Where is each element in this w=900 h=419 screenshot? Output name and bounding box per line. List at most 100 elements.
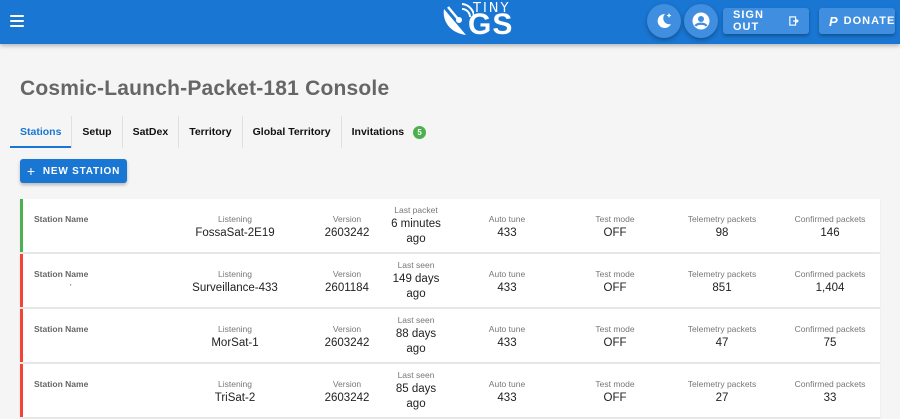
logout-icon <box>789 16 799 26</box>
account-button[interactable] <box>684 4 718 38</box>
station-name-label: Station Name <box>34 214 89 224</box>
test-mode-label: Test mode <box>595 269 635 279</box>
listening-label: Listening <box>217 379 253 389</box>
last-ago-value: ago <box>406 233 426 245</box>
telemetry-label: Telemetry packets <box>687 214 757 224</box>
donate-button[interactable]: P DONATE <box>819 8 895 34</box>
new-station-button[interactable]: + NEW STATION <box>20 159 127 183</box>
listening-label: Listening <box>217 324 253 334</box>
auto-tune-value: 433 <box>497 392 517 404</box>
version-label: Version <box>332 269 362 279</box>
last-seen-label: Last seen <box>397 260 435 270</box>
confirmed-label: Confirmed packets <box>794 324 866 334</box>
test-mode-value: OFF <box>603 282 627 294</box>
auto-tune-value: 433 <box>497 337 517 349</box>
last-seen-label: Last seen <box>397 315 435 325</box>
station-card[interactable]: Station Name Listening TriSat-2 Version 26… <box>20 364 880 418</box>
page-title: Cosmic-Launch-Packet-181 Console <box>20 77 390 100</box>
status-indicator <box>20 254 23 307</box>
station-card[interactable]: Station Name Listening MorSat-1 Version 26… <box>20 309 880 363</box>
tab-invitations[interactable]: Invitations 5 <box>342 116 437 148</box>
listening-value: MorSat-1 <box>211 337 259 349</box>
station-name: ' <box>70 283 72 292</box>
confirmed-value: 33 <box>823 392 837 404</box>
telemetry-value: 47 <box>715 337 729 349</box>
telemetry-label: Telemetry packets <box>687 269 757 279</box>
listening-label: Listening <box>217 269 253 279</box>
station-card[interactable]: Station Name Listening FossaSat-2E19 Vers… <box>20 199 880 253</box>
tab-label: Global Territory <box>252 126 331 138</box>
account-circle-icon <box>692 12 710 30</box>
tab-global-territory[interactable]: Global Territory <box>243 116 342 148</box>
test-mode-label: Test mode <box>595 379 635 389</box>
station-name-label: Station Name <box>34 324 89 334</box>
tab-stations[interactable]: Stations <box>10 116 73 148</box>
version-value: 2603242 <box>324 227 370 239</box>
moon-stars-icon <box>657 13 672 28</box>
version-value: 2603242 <box>324 337 370 349</box>
new-station-label: NEW STATION <box>42 165 121 177</box>
auto-tune-label: Auto tune <box>488 269 526 279</box>
version-label: Version <box>332 379 362 389</box>
last-ago-value: ago <box>406 398 426 410</box>
confirmed-value: 75 <box>823 337 837 349</box>
telemetry-label: Telemetry packets <box>687 324 757 334</box>
tab-label: Invitations <box>351 126 405 138</box>
last-time-value: 88 days <box>395 328 437 340</box>
version-value: 2603242 <box>324 392 370 404</box>
last-ago-value: ago <box>406 343 426 355</box>
confirmed-label: Confirmed packets <box>794 379 866 389</box>
listening-label: Listening <box>217 214 253 224</box>
telemetry-value: 98 <box>715 227 729 239</box>
tab-satdex[interactable]: SatDex <box>123 116 180 148</box>
invitations-count-badge: 5 <box>413 125 427 139</box>
telemetry-label: Telemetry packets <box>687 379 757 389</box>
paypal-icon: P <box>829 13 839 29</box>
listening-value: Surveillance-433 <box>192 282 278 294</box>
station-card[interactable]: Station Name ' Listening Surveillance-433 … <box>20 254 880 308</box>
test-mode-label: Test mode <box>595 214 635 224</box>
confirmed-label: Confirmed packets <box>794 269 866 279</box>
telemetry-value: 851 <box>712 282 732 294</box>
confirmed-label: Confirmed packets <box>794 214 866 224</box>
menu-icon[interactable] <box>8 11 28 31</box>
donate-label: DONATE <box>843 15 896 27</box>
last-seen-label: Last seen <box>397 370 435 380</box>
auto-tune-label: Auto tune <box>488 379 526 389</box>
station-name-label: Station Name <box>34 269 89 279</box>
app-bar: TINY GS SIGN OUT P DONATE <box>0 0 900 44</box>
station-list: Station Name Listening FossaSat-2E19 Vers… <box>20 199 880 419</box>
auto-tune-value: 433 <box>497 227 517 239</box>
test-mode-value: OFF <box>603 392 627 404</box>
sign-out-label: SIGN OUT <box>733 9 764 33</box>
plus-icon: + <box>26 163 36 179</box>
last-time-value: 149 days <box>392 273 440 285</box>
listening-value: FossaSat-2E19 <box>195 227 275 239</box>
status-indicator <box>20 199 23 252</box>
listening-value: TriSat-2 <box>214 392 256 404</box>
logo-gs-text: GS <box>468 8 514 41</box>
version-label: Version <box>332 324 362 334</box>
status-indicator <box>20 309 23 362</box>
tab-label: Setup <box>82 126 112 138</box>
telemetry-value: 27 <box>715 392 729 404</box>
tab-label: SatDex <box>132 126 169 138</box>
auto-tune-value: 433 <box>497 282 517 294</box>
last-time-value: 85 days <box>395 383 437 395</box>
tab-setup[interactable]: Setup <box>72 116 123 148</box>
console-tabs: Stations Setup SatDex Territory Global T… <box>10 116 436 148</box>
tinygs-logo[interactable]: TINY GS <box>440 1 522 43</box>
confirmed-value: 146 <box>820 227 840 239</box>
test-mode-value: OFF <box>603 337 627 349</box>
theme-toggle-button[interactable] <box>647 4 681 38</box>
auto-tune-label: Auto tune <box>488 214 526 224</box>
tab-territory[interactable]: Territory <box>179 116 243 148</box>
status-indicator <box>20 364 23 417</box>
last-packet-label: Last packet <box>394 205 438 215</box>
test-mode-label: Test mode <box>595 324 635 334</box>
version-label: Version <box>332 214 362 224</box>
tab-label: Territory <box>189 126 232 138</box>
auto-tune-label: Auto tune <box>488 324 526 334</box>
sign-out-button[interactable]: SIGN OUT <box>723 8 809 34</box>
last-time-value: 6 minutes <box>391 218 441 230</box>
